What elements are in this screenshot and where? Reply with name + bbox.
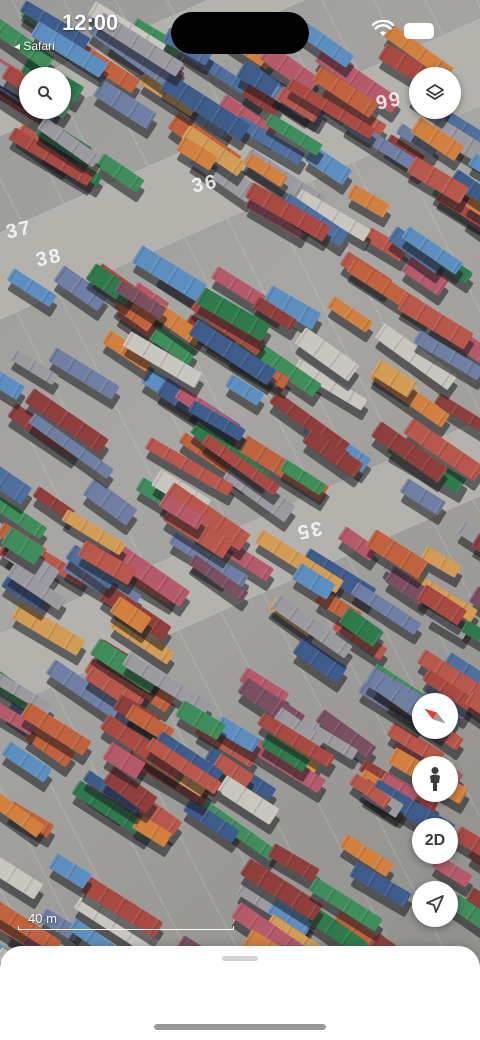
dynamic-island (171, 12, 309, 54)
scale-line (18, 926, 234, 930)
search-icon (38, 86, 53, 101)
status-bar: 12:00 ◂ Safari (0, 0, 480, 60)
container-stack (82, 477, 139, 526)
status-time: 12:00 (62, 10, 119, 35)
search-button[interactable] (19, 67, 71, 119)
back-to-safari-link[interactable]: ◂ Safari (14, 39, 55, 53)
sheet-drag-handle[interactable] (222, 956, 258, 961)
container-stack (0, 361, 25, 401)
compass-button[interactable] (412, 693, 458, 739)
pegman-icon (430, 767, 440, 791)
container-stack (47, 346, 121, 401)
battery-icon (404, 23, 434, 39)
bottom-sheet[interactable] (0, 946, 480, 1040)
container-stack (0, 855, 44, 900)
layers-icon (426, 84, 444, 100)
map-layers-button[interactable] (409, 67, 461, 119)
my-location-button[interactable] (412, 881, 458, 927)
container-stack (47, 852, 92, 889)
satellite-map[interactable]: 37 38 36 35 66 (0, 0, 480, 1040)
view-2d-toggle-button[interactable]: 2D (412, 818, 458, 864)
wifi-icon (372, 20, 394, 36)
street-view-button[interactable] (412, 756, 458, 802)
container-stack (346, 184, 391, 219)
container-stack (326, 295, 373, 334)
navigation-arrow-icon (426, 895, 444, 913)
container-stack (0, 460, 33, 506)
view-2d-label: 2D (424, 832, 446, 849)
home-indicator (154, 1024, 326, 1030)
scale-label: 40 m (28, 911, 57, 926)
map-scale-bar: 40 m (18, 910, 234, 930)
compass-icon (424, 708, 446, 724)
